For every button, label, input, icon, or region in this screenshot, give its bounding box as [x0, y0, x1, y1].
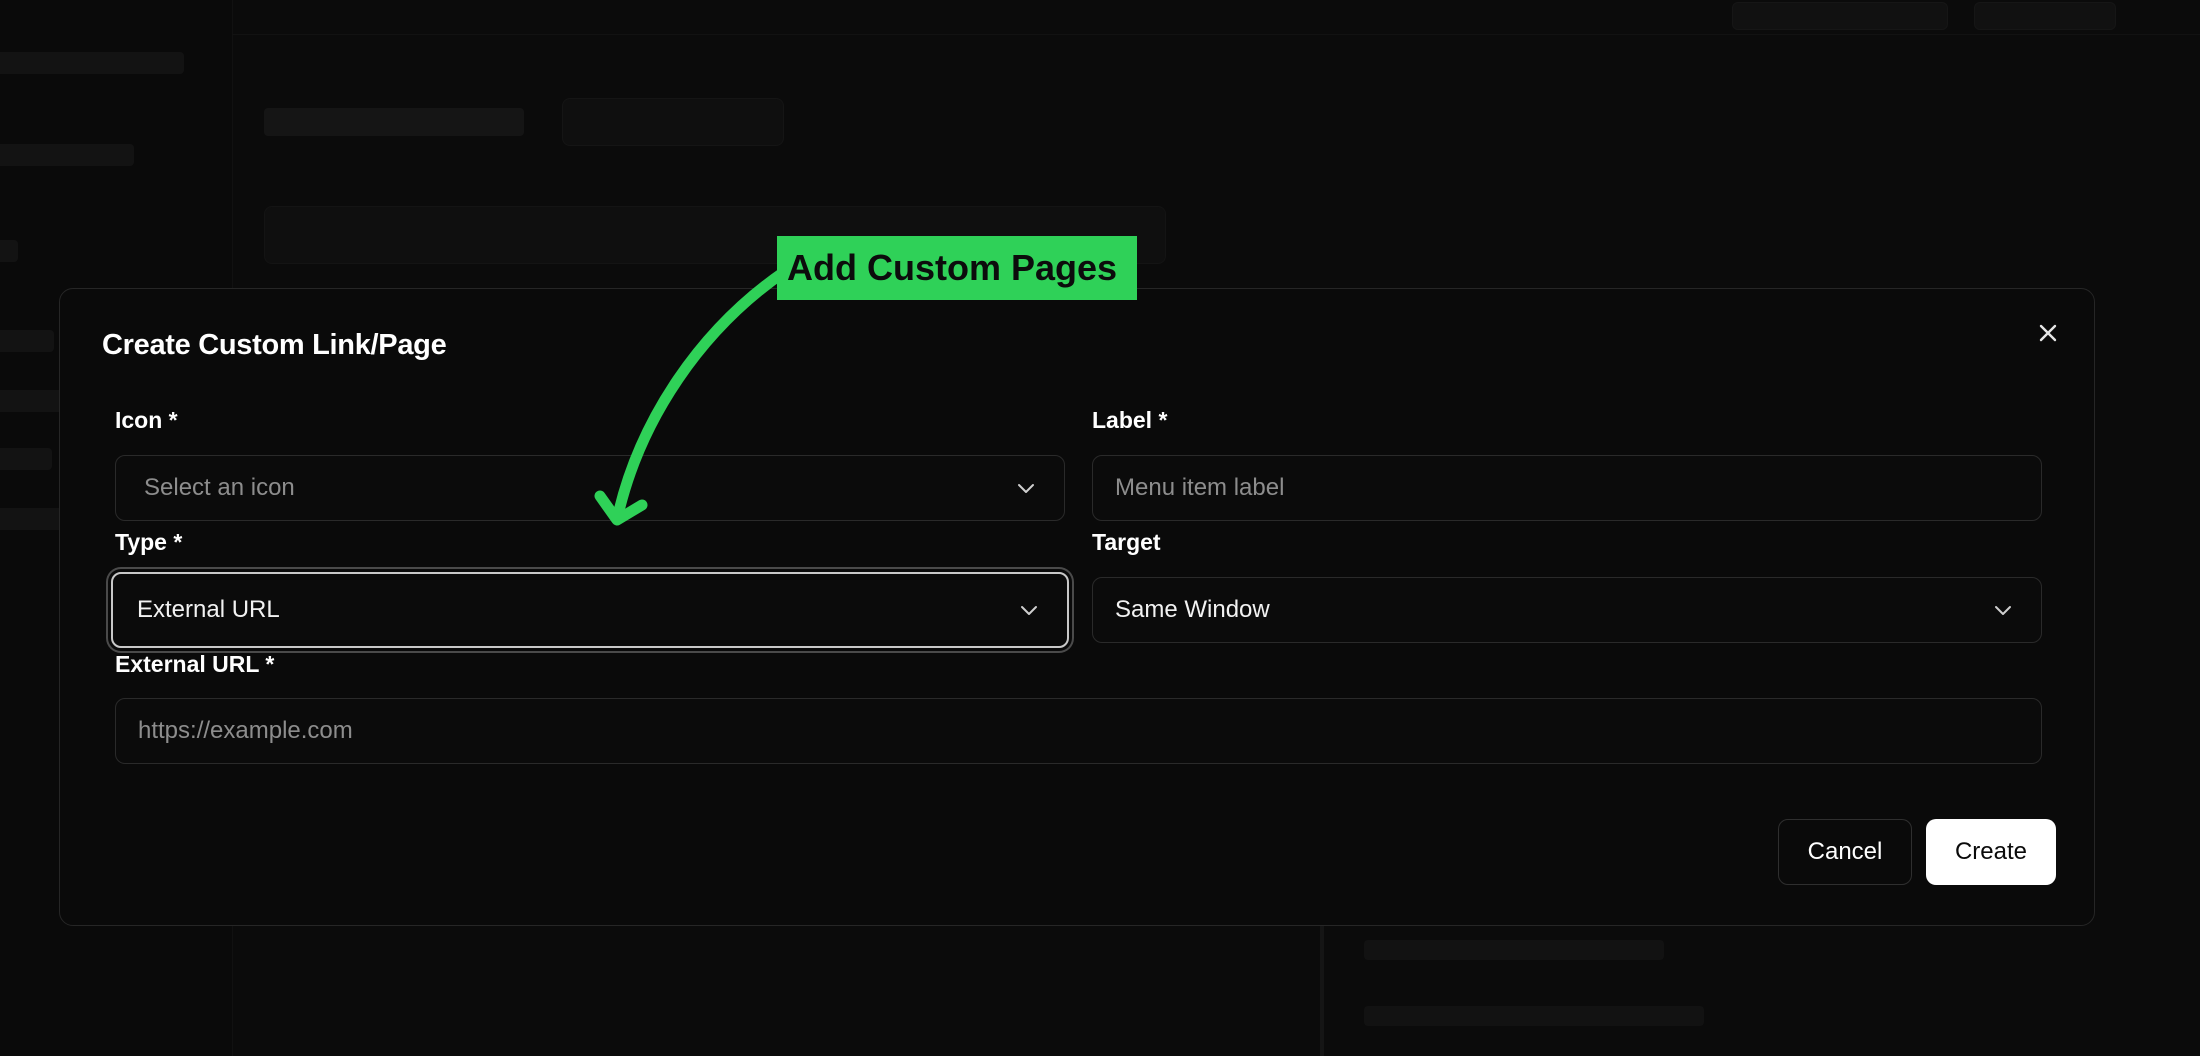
- annotation-arrow: [594, 266, 790, 526]
- annotation-label: Add Custom Pages: [777, 236, 1137, 300]
